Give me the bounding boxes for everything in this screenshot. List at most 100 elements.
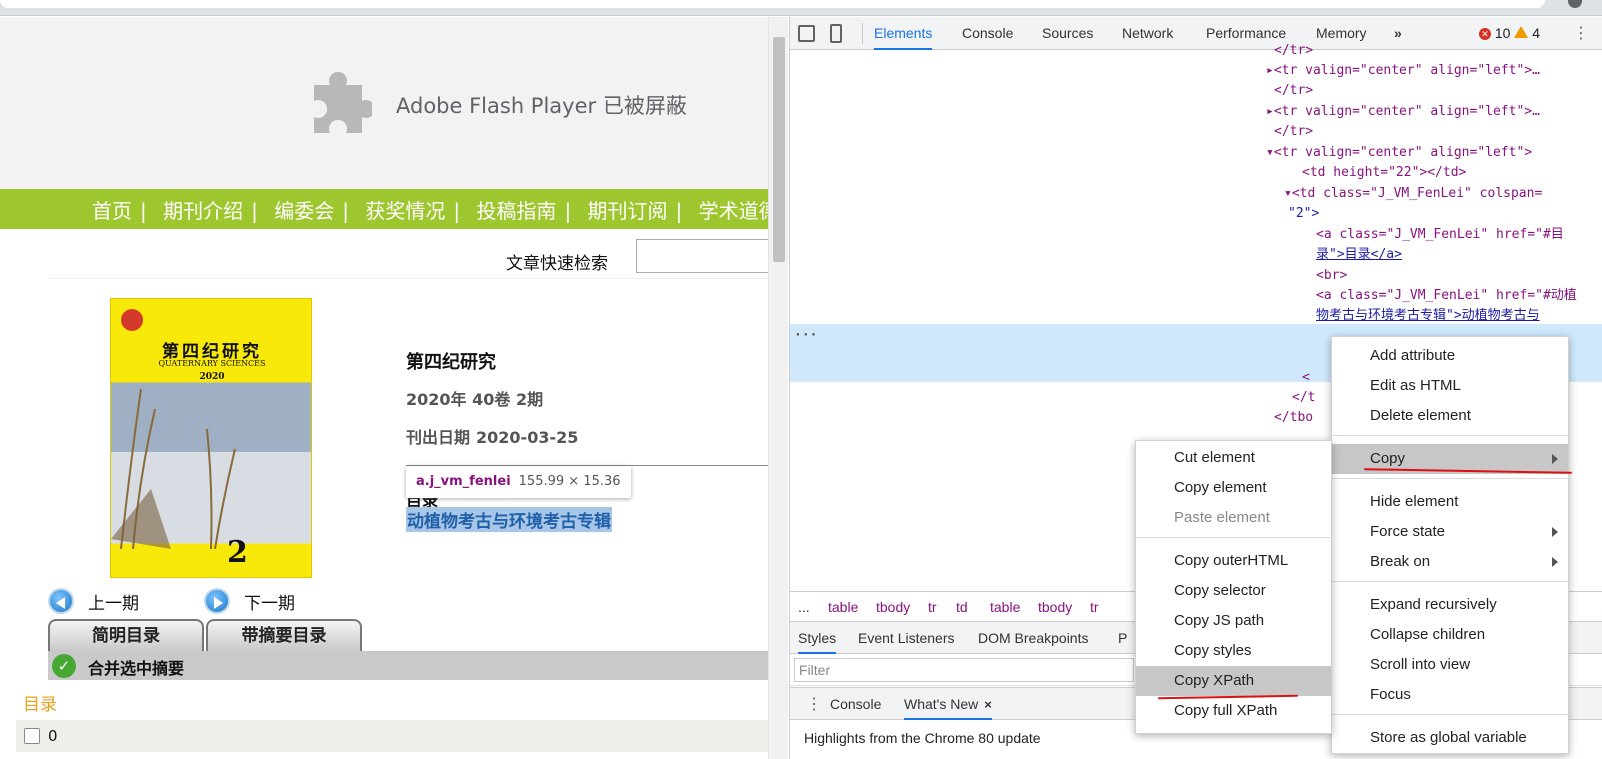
page-scrollbar[interactable] (768, 17, 788, 759)
close-icon[interactable]: × (984, 697, 992, 712)
menu-edit-as-html[interactable]: Edit as HTML (1332, 371, 1568, 401)
dom-line[interactable]: "2"> (1288, 204, 1319, 224)
menu-scroll-into-view[interactable]: Scroll into view (1332, 650, 1568, 680)
merge-abstracts-row[interactable]: ✓ 合并选中摘要 (48, 651, 768, 680)
scrollbar-thumb[interactable] (773, 37, 785, 262)
device-toolbar-icon[interactable] (830, 24, 842, 43)
next-arrow-icon (204, 588, 230, 614)
dom-line-selected[interactable]: 物考古与环境考古专辑">动植物考古与 (1316, 306, 1540, 326)
error-count: 10 (1494, 25, 1511, 41)
item-number: 0 (48, 727, 58, 745)
browser-top-strip (0, 0, 1602, 16)
dom-line[interactable]: </t (1292, 388, 1315, 408)
cover-issue-number: 2 (227, 535, 248, 570)
next-issue-button[interactable]: 下一期 (204, 588, 295, 614)
breadcrumb-item[interactable]: tr (1090, 599, 1099, 615)
devtools-menu-icon[interactable]: ⋮ (1573, 23, 1589, 43)
styles-filter-input[interactable]: Filter (794, 658, 1134, 682)
address-bar-edge (0, 0, 1545, 8)
dom-line[interactable]: < (1302, 368, 1310, 388)
plugin-puzzle-icon (314, 71, 372, 133)
tab-dom-breakpoints[interactable]: DOM Breakpoints (978, 622, 1088, 654)
menu-delete-element[interactable]: Delete element (1332, 401, 1568, 431)
dom-line[interactable]: <a class="J_VM_FenLei" href="#目 (1316, 225, 1564, 245)
inspect-element-icon[interactable] (798, 25, 815, 42)
tab-network[interactable]: Network (1122, 17, 1173, 50)
journal-title: 第四纪研究 (406, 352, 496, 373)
nav-journal-intro[interactable]: 期刊介绍 (163, 195, 243, 224)
menu-copy-selector[interactable]: Copy selector (1136, 576, 1331, 606)
item-checkbox[interactable] (24, 728, 40, 744)
tab-styles[interactable]: Styles (798, 622, 837, 654)
site-nav-bar: 首页| 期刊介绍| 编委会| 获奖情况| 投稿指南| 期刊订阅| 学术道德 (0, 189, 768, 229)
dom-line[interactable]: 录">目录</a> (1316, 245, 1402, 265)
dom-line-selected[interactable]: <a class="J_VM_FenLei" href="#动植 (1316, 286, 1577, 306)
breadcrumb-item[interactable]: tbody (1038, 599, 1072, 615)
tab-simple-toc[interactable]: 简明目录 (48, 619, 204, 651)
dom-line[interactable]: </tr> (1274, 41, 1313, 61)
dom-line[interactable]: ▸<tr valign="center" align="left">… (1266, 61, 1540, 81)
drawer-menu-icon[interactable]: ⋮ (806, 694, 822, 714)
breadcrumb-item[interactable]: td (956, 599, 968, 615)
drawer-tab-whats-new[interactable]: What's New × (904, 688, 992, 720)
nav-home[interactable]: 首页 (92, 195, 132, 224)
profile-icon[interactable] (1568, 0, 1582, 8)
quick-search-input[interactable] (636, 239, 768, 273)
drawer-tab-console[interactable]: Console (830, 688, 881, 720)
prev-issue-button[interactable]: 上一期 (48, 588, 139, 614)
dom-line[interactable]: ▾<tr valign="center" align="left"> (1266, 143, 1532, 163)
menu-copy-full-xpath[interactable]: Copy full XPath (1136, 696, 1331, 726)
nav-submission-guide[interactable]: 投稿指南 (476, 195, 556, 224)
menu-copy-xpath[interactable]: Copy XPath (1136, 666, 1331, 696)
quick-search-row: 文章快速检索 (48, 229, 768, 279)
cover-subtitle: QUATERNARY SCIENCES (158, 359, 266, 368)
warning-icon (1514, 26, 1529, 38)
merge-abstracts-label: 合并选中摘要 (88, 659, 185, 678)
tab-console[interactable]: Console (962, 17, 1013, 50)
nav-ethics[interactable]: 学术道德 (699, 195, 768, 224)
menu-collapse-children[interactable]: Collapse children (1332, 620, 1568, 650)
breadcrumb-item[interactable]: ... (798, 599, 810, 615)
breadcrumb-item[interactable]: table (990, 599, 1020, 615)
menu-force-state[interactable]: Force state (1332, 517, 1568, 547)
dom-line[interactable]: </tbo (1274, 408, 1313, 428)
menu-copy-outerhtml[interactable]: Copy outerHTML (1136, 546, 1331, 576)
nav-editorial-board[interactable]: 编委会 (274, 195, 334, 224)
issue-counts[interactable]: ✕ 10 4 (1479, 17, 1540, 50)
dom-line[interactable]: ▾<td class="J_VM_FenLei" colspan= (1284, 184, 1542, 204)
category-link-highlighted[interactable]: 动植物考古与环境考古专辑 (406, 507, 612, 532)
dom-line[interactable]: </tr> (1274, 81, 1313, 101)
breadcrumb-item[interactable]: table (828, 599, 858, 615)
breadcrumb-item[interactable]: tr (928, 599, 937, 615)
dom-line[interactable]: <td height="22"></td> (1302, 163, 1466, 183)
tab-properties[interactable]: P (1118, 622, 1127, 654)
node-actions-icon[interactable]: ··· (794, 328, 817, 343)
tab-memory[interactable]: Memory (1316, 17, 1367, 50)
dom-line[interactable]: ▸<tr valign="center" align="left">… (1266, 102, 1540, 122)
tab-elements[interactable]: Elements (874, 17, 933, 50)
tab-event-listeners[interactable]: Event Listeners (858, 622, 955, 654)
dom-line[interactable]: <br> (1316, 266, 1347, 286)
menu-cut-element[interactable]: Cut element (1136, 443, 1331, 473)
menu-store-global-variable[interactable]: Store as global variable (1332, 723, 1568, 753)
prev-arrow-icon (48, 588, 74, 614)
menu-copy-styles[interactable]: Copy styles (1136, 636, 1331, 666)
flash-blocked-area[interactable]: Adobe Flash Player 已被屏蔽 (0, 17, 768, 189)
menu-focus[interactable]: Focus (1332, 680, 1568, 710)
cover-logo-icon (121, 309, 143, 331)
menu-add-attribute[interactable]: Add attribute (1332, 341, 1568, 371)
menu-copy-js-path[interactable]: Copy JS path (1136, 606, 1331, 636)
tab-abstract-toc[interactable]: 带摘要目录 (206, 619, 362, 651)
nav-subscription[interactable]: 期刊订阅 (588, 195, 668, 224)
nav-awards[interactable]: 获奖情况 (365, 195, 445, 224)
menu-expand-recursively[interactable]: Expand recursively (1332, 590, 1568, 620)
context-menu-copy: Cut element Copy element Paste element C… (1135, 440, 1332, 734)
menu-hide-element[interactable]: Hide element (1332, 487, 1568, 517)
menu-break-on[interactable]: Break on (1332, 547, 1568, 577)
tab-sources[interactable]: Sources (1042, 17, 1093, 50)
dom-line[interactable]: </tr> (1274, 122, 1313, 142)
breadcrumb-item[interactable]: tbody (876, 599, 910, 615)
more-tabs-icon[interactable]: » (1394, 17, 1402, 50)
issue-label: 2020年 40卷 2期 (406, 390, 544, 409)
menu-copy-element[interactable]: Copy element (1136, 473, 1331, 503)
